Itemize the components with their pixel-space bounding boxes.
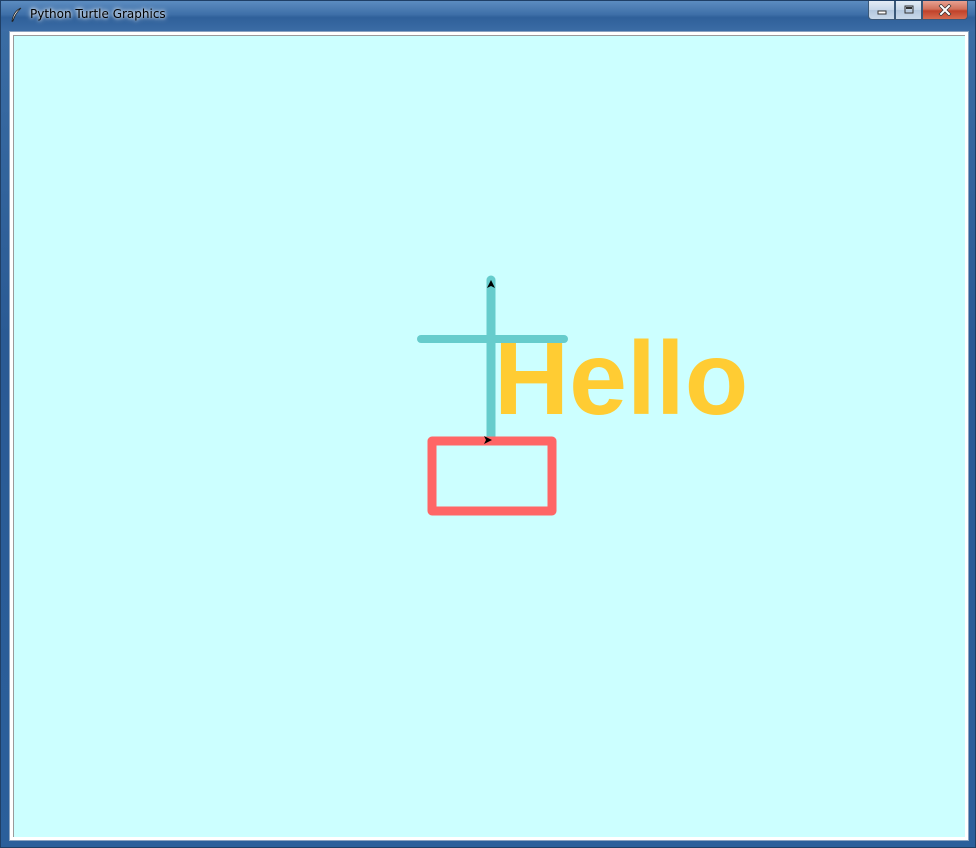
close-icon — [938, 4, 952, 16]
red-rectangle — [427, 436, 557, 516]
turtle-canvas[interactable]: Hello — [13, 35, 965, 837]
minimize-icon — [877, 10, 886, 15]
window-title: Python Turtle Graphics — [30, 7, 166, 21]
window-controls — [868, 1, 968, 21]
turtle-window: Python Turtle Graphics Hello — [0, 0, 976, 848]
window-client: Hello — [9, 31, 969, 841]
turtle-drawing: Hello — [417, 275, 748, 516]
maximize-button[interactable] — [895, 1, 922, 20]
minimize-button[interactable] — [868, 1, 895, 20]
feather-icon — [11, 7, 22, 23]
maximize-icon — [904, 5, 913, 14]
title-bar[interactable]: Python Turtle Graphics — [1, 1, 975, 31]
close-button[interactable] — [922, 1, 968, 20]
